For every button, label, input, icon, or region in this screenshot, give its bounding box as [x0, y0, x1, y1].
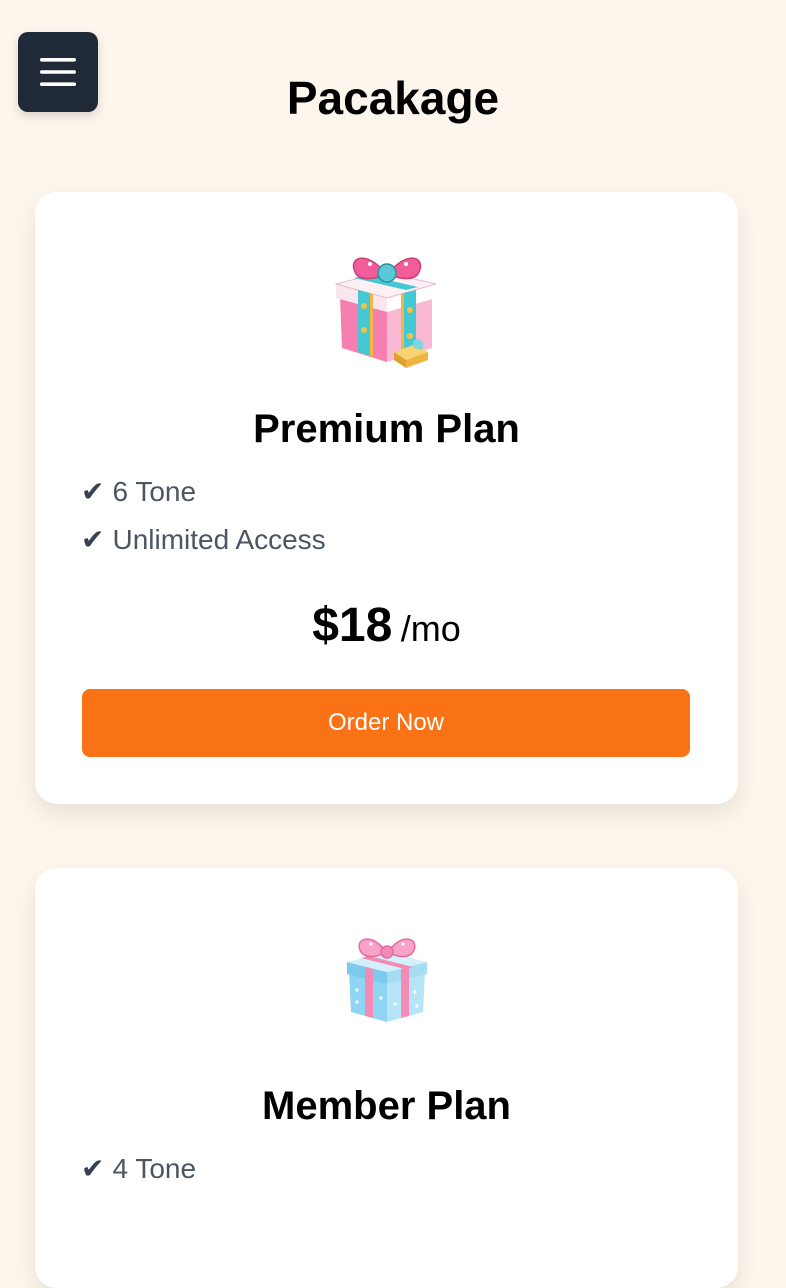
feature-label: 4 Tone [112, 1153, 197, 1184]
plan-name: Premium Plan [253, 407, 520, 451]
feature-item: ✔ Unlimited Access [81, 522, 326, 558]
feature-label: Unlimited Access [112, 524, 326, 555]
price-amount: $18 [312, 599, 393, 652]
checkmark-icon: ✔ [81, 524, 105, 555]
plan-name: Member Plan [262, 1084, 511, 1128]
checkmark-icon: ✔ [81, 476, 105, 507]
premium-plan-card: Premium Plan ✔ 6 Tone ✔ Unlimited Access… [35, 192, 738, 804]
price: $18 /mo [35, 596, 738, 667]
checkmark-icon: ✔ [81, 1153, 105, 1184]
order-now-button[interactable]: Order Now [82, 689, 690, 757]
price-period: /mo [400, 608, 461, 649]
feature-label: 6 Tone [112, 476, 197, 507]
feature-item: ✔ 4 Tone [81, 1151, 196, 1187]
feature-item: ✔ 6 Tone [81, 474, 196, 510]
member-plan-card: Member Plan ✔ 4 Tone [35, 868, 738, 1288]
gift-box-icon [346, 938, 427, 1022]
gift-box-icon [333, 257, 436, 368]
page-title: Pacakage [286, 72, 500, 124]
